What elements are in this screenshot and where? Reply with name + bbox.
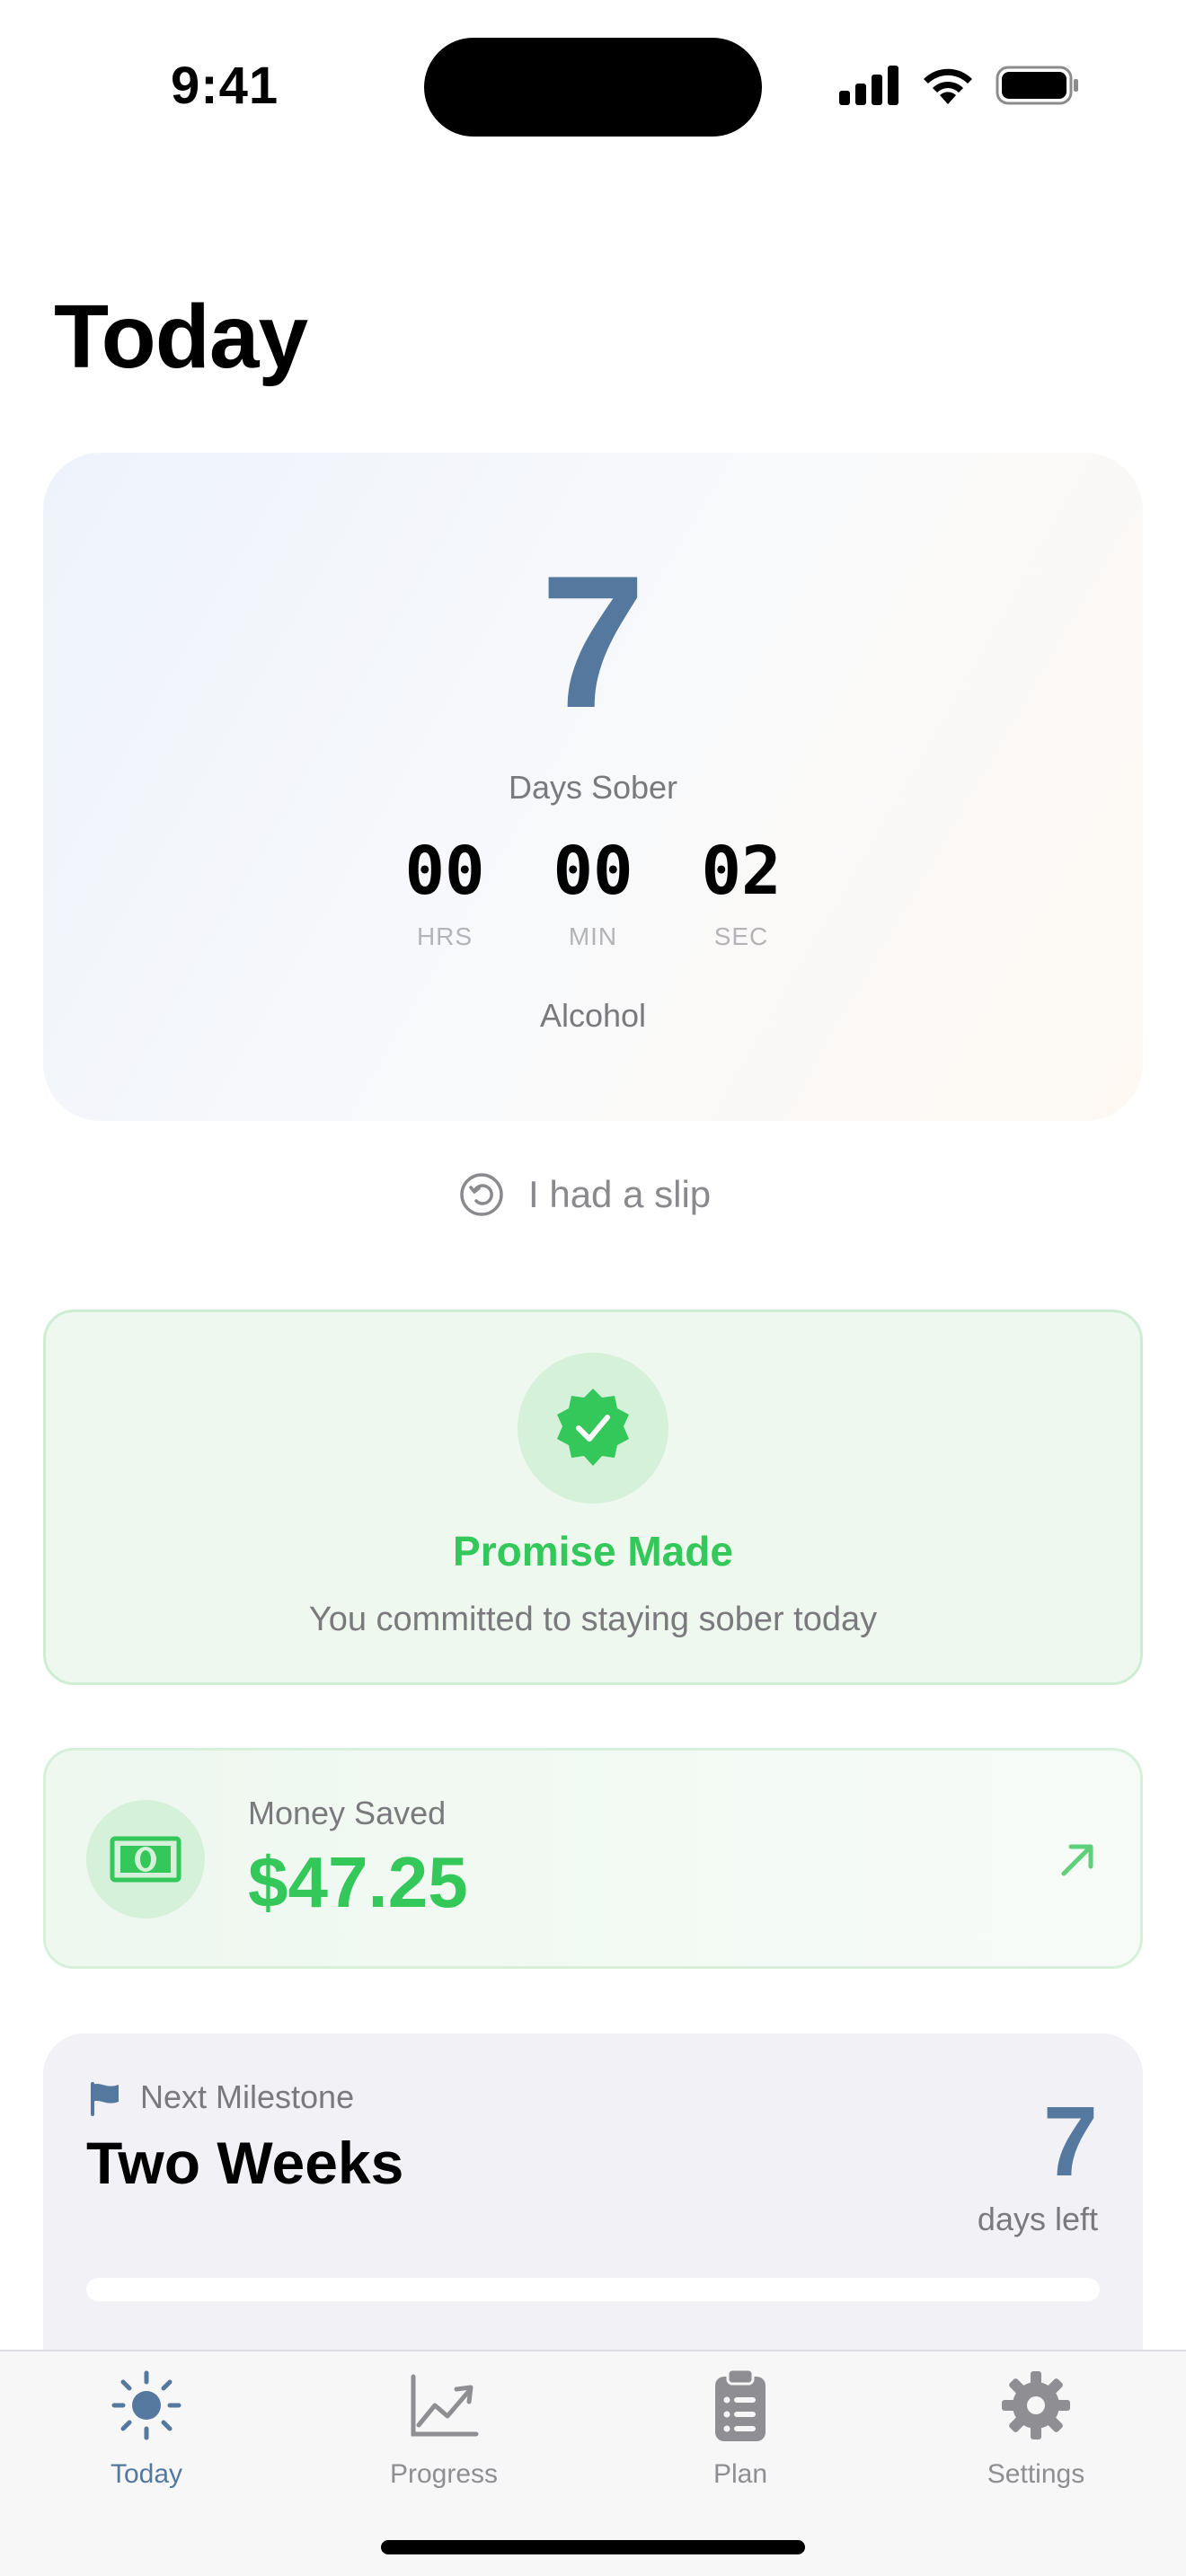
flag-icon — [88, 2080, 124, 2121]
clock-minutes: 00 MIN — [535, 833, 651, 951]
tab-plan[interactable]: Plan — [642, 2360, 839, 2490]
page-title: Today — [54, 287, 308, 387]
home-indicator[interactable] — [381, 2540, 805, 2554]
clock-seconds-label: SEC — [713, 922, 769, 951]
clock-minutes-label: MIN — [568, 922, 618, 951]
status-bar: 9:41 — [0, 0, 1186, 171]
chart-icon — [411, 2374, 479, 2437]
signal-icon — [839, 66, 898, 105]
slip-button-label: I had a slip — [528, 1173, 712, 1215]
money-saved-card[interactable] — [43, 1748, 1143, 1969]
elapsed-clock: 00 HRS 00 MIN 02 SEC — [386, 833, 800, 951]
clock-seconds: 02 SEC — [683, 833, 800, 951]
tab-plan-label: Plan — [712, 2459, 768, 2489]
slip-button[interactable]: I had a slip — [458, 1166, 711, 1223]
dynamic-island — [424, 38, 762, 137]
substance-label: Alcohol — [539, 997, 647, 1034]
status-icons — [839, 65, 1080, 106]
gear-icon — [1002, 2371, 1070, 2439]
promise-subtitle: You committed to staying sober today — [308, 1601, 878, 1638]
milestone-days-left-label: days left — [977, 2201, 1098, 2237]
tab-settings-label: Settings — [987, 2459, 1085, 2489]
clock-minutes-value: 00 — [553, 833, 633, 910]
days-sober-count: 7 — [540, 536, 646, 747]
clock-hours: 00 HRS — [386, 833, 503, 951]
reset-icon — [460, 1173, 503, 1216]
checkmark-seal-icon — [557, 1389, 629, 1466]
tab-today[interactable]: Today — [48, 2360, 245, 2490]
promise-badge — [518, 1353, 668, 1504]
arrow-up-right-icon[interactable] — [1057, 1838, 1100, 1885]
clock-hours-label: HRS — [416, 922, 474, 951]
days-sober-label: Days Sober — [508, 769, 678, 806]
money-saved-label: Money Saved — [248, 1795, 447, 1831]
milestone-progress-bar — [86, 2278, 1100, 2301]
promise-title: Promise Made — [453, 1528, 733, 1575]
tab-progress[interactable]: Progress — [345, 2360, 543, 2490]
battery-icon — [996, 66, 1078, 105]
tab-settings[interactable]: Settings — [937, 2360, 1135, 2490]
status-time: 9:41 — [171, 57, 279, 115]
sun-icon — [111, 2370, 181, 2440]
money-icon-circle — [86, 1800, 205, 1919]
milestone-days-left: 7 — [1042, 2086, 1098, 2197]
clock-hours-value: 00 — [404, 833, 485, 910]
clock-seconds-value: 02 — [701, 833, 782, 910]
milestone-label: Next Milestone — [140, 2078, 355, 2115]
money-saved-value: $47.25 — [248, 1842, 468, 1922]
clipboard-icon — [715, 2368, 766, 2441]
banknote-icon — [110, 1836, 181, 1883]
wifi-icon — [924, 68, 972, 104]
tab-progress-label: Progress — [389, 2459, 499, 2489]
tab-today-label: Today — [110, 2459, 183, 2489]
milestone-title: Two Weeks — [86, 2130, 404, 2196]
